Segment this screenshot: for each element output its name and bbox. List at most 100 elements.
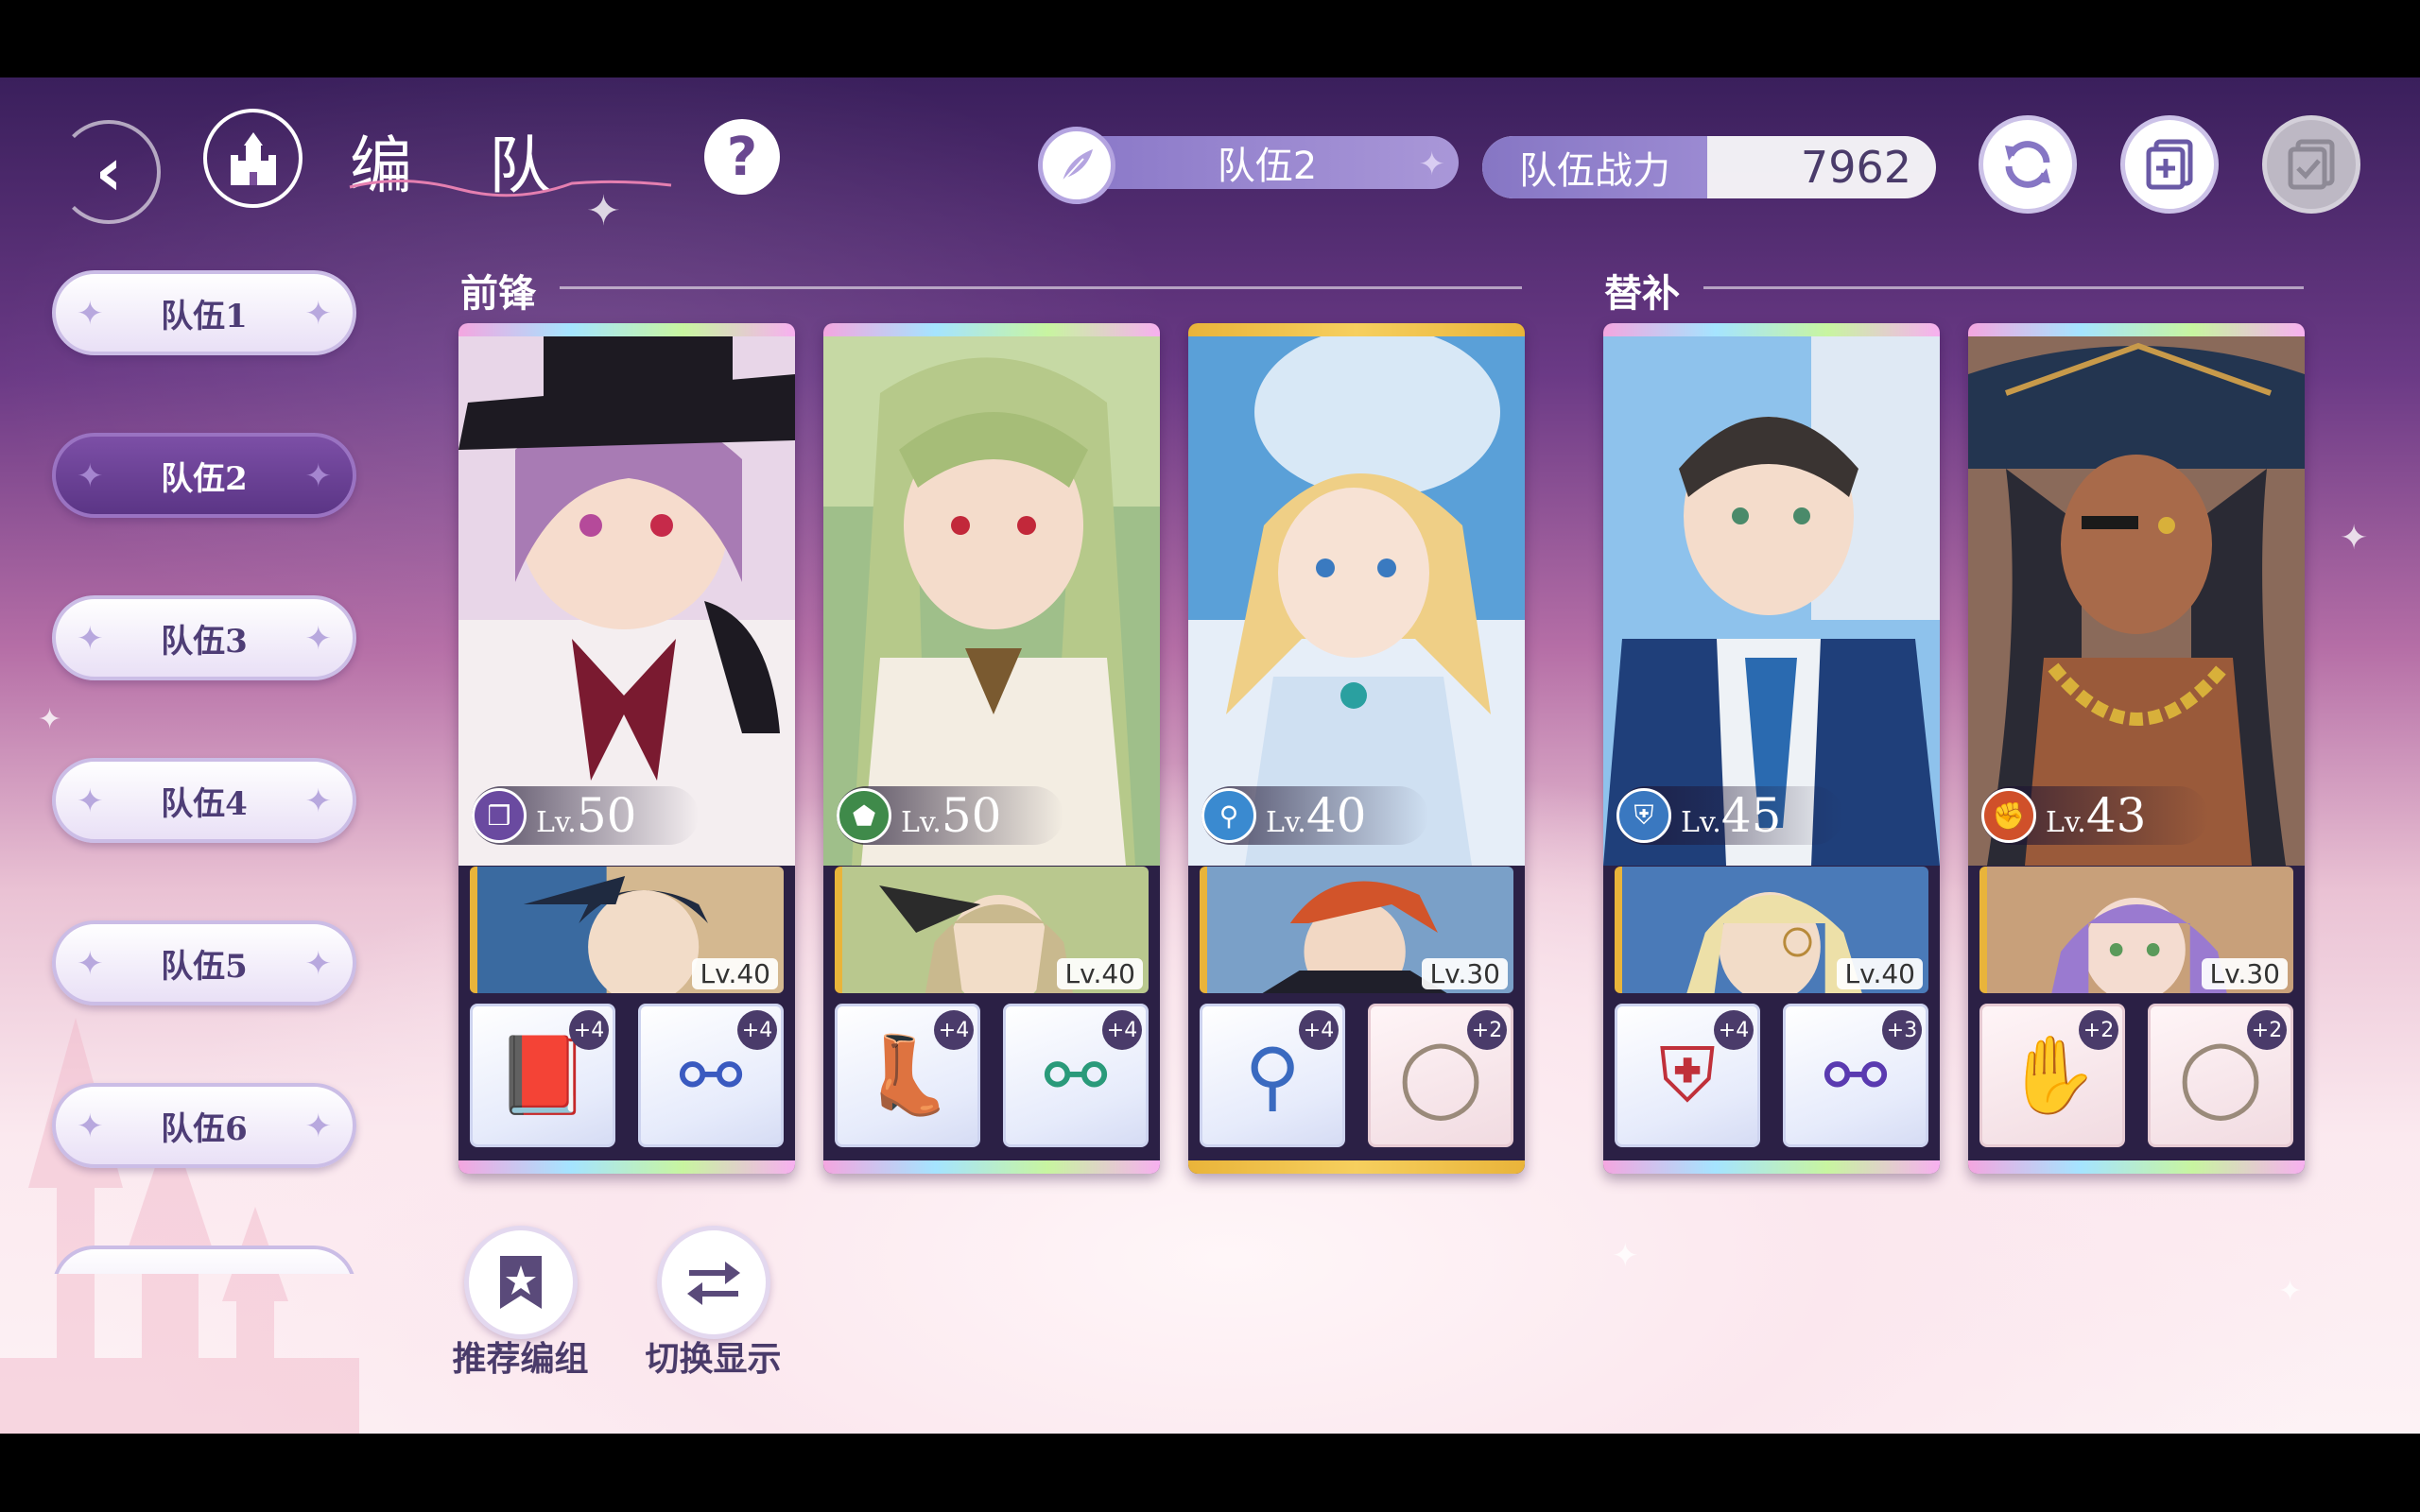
level-display: ✊ Lv.43 bbox=[1981, 786, 2208, 845]
staff-icon: ⚲ bbox=[1244, 1031, 1301, 1120]
team-power-display: 队伍战力 7962 bbox=[1482, 136, 1936, 198]
enhance-level-badge: +4 bbox=[569, 1010, 609, 1050]
home-button[interactable] bbox=[203, 109, 302, 208]
team-name-selector[interactable]: 队伍2 ✦ bbox=[1038, 127, 1459, 204]
team-tab-5[interactable]: ✦ 队伍5 ✦ bbox=[52, 920, 356, 1005]
level-prefix: Lv. bbox=[2046, 806, 2086, 839]
enhance-level-badge: +4 bbox=[1714, 1010, 1754, 1050]
character-card-5[interactable]: ✊ Lv.43 Lv.30 ✋ +2 ◯ +2 bbox=[1968, 323, 2305, 1174]
equipment-slot-2[interactable]: ⚯ +3 bbox=[1783, 1004, 1928, 1147]
equipment-slot-1[interactable]: 📕 +4 bbox=[470, 1004, 615, 1147]
enhance-level-badge: +2 bbox=[2247, 1010, 2287, 1050]
enhance-level-badge: +3 bbox=[1882, 1010, 1922, 1050]
sparkle-decoration: ✦ bbox=[1612, 1237, 1639, 1275]
equipment-slot-2[interactable]: ⚯ +4 bbox=[1003, 1004, 1149, 1147]
team-tab-label: 队伍4 bbox=[161, 784, 248, 823]
level-value: 50 bbox=[576, 788, 637, 843]
confirm-button[interactable] bbox=[2262, 115, 2360, 214]
team-tab-2[interactable]: ✦ 队伍2 ✦ bbox=[52, 433, 356, 518]
support-level: Lv.30 bbox=[1422, 958, 1508, 989]
character-card-2[interactable]: ⬟ Lv.50 Lv.40 👢 +4 ⚯ +4 bbox=[823, 323, 1160, 1174]
recommend-formation-label: 推荐编组 bbox=[452, 1339, 589, 1379]
level-display: ⛨ Lv.45 bbox=[1616, 786, 1843, 845]
team-tab-label: 队伍1 bbox=[161, 297, 248, 335]
level-value: 45 bbox=[1720, 788, 1782, 843]
add-team-button[interactable] bbox=[2120, 115, 2219, 214]
sparkle-decoration: ✦ bbox=[2340, 519, 2369, 558]
level-value: 40 bbox=[1305, 788, 1367, 843]
team-name-label: 队伍2 bbox=[1217, 145, 1318, 188]
level-display: ⬟ Lv.50 bbox=[837, 786, 1063, 845]
help-button[interactable]: ? bbox=[704, 119, 780, 195]
team-tab-4[interactable]: ✦ 队伍4 ✦ bbox=[52, 758, 356, 843]
team-tab-1[interactable]: ✦ 队伍1 ✦ bbox=[52, 270, 356, 355]
team-power-label: 队伍战力 bbox=[1482, 136, 1707, 198]
team-tab-label: 队伍3 bbox=[161, 622, 248, 661]
sparkle-icon: ✦ bbox=[77, 1108, 104, 1145]
equipment-slot-1[interactable]: ✋ +2 bbox=[1979, 1004, 2125, 1147]
feather-icon bbox=[1038, 127, 1115, 204]
sparkle-icon: ✦ bbox=[77, 620, 104, 658]
castle-icon bbox=[230, 131, 276, 185]
team-tab-7-partial[interactable] bbox=[52, 1246, 356, 1274]
level-display: ⚲ Lv.40 bbox=[1201, 786, 1428, 845]
card-rarity-bar bbox=[458, 323, 795, 336]
sparkle-decoration: ✦ bbox=[2278, 1275, 2303, 1308]
refresh-button[interactable] bbox=[1979, 115, 2077, 214]
book-icon: ❒ bbox=[472, 788, 527, 843]
staff-icon: ⚲ bbox=[1201, 788, 1256, 843]
equipment-slot-2[interactable]: ◯ +2 bbox=[2148, 1004, 2293, 1147]
switch-display-button[interactable]: 切换显示 bbox=[645, 1226, 782, 1381]
team-tab-label: 队伍2 bbox=[161, 459, 248, 498]
level-display: ❒ Lv.50 bbox=[472, 786, 699, 845]
bookmark-star-icon bbox=[499, 1256, 542, 1309]
level-prefix: Lv. bbox=[536, 806, 577, 839]
fist-icon: ✊ bbox=[1981, 788, 2036, 843]
swap-arrows-icon bbox=[686, 1262, 740, 1305]
card-rarity-bar bbox=[1968, 1160, 2305, 1174]
sparkle-icon: ✦ bbox=[1418, 146, 1446, 183]
level-value: 43 bbox=[2085, 788, 2147, 843]
enhance-level-badge: +4 bbox=[934, 1010, 974, 1050]
support-level: Lv.40 bbox=[1057, 958, 1143, 989]
card-rarity-bar bbox=[823, 1160, 1160, 1174]
recommend-formation-button[interactable]: 推荐编组 bbox=[452, 1226, 589, 1381]
team-tab-6[interactable]: ✦ 队伍6 ✦ bbox=[52, 1083, 356, 1168]
shield-icon: ⛨ bbox=[1616, 788, 1671, 843]
back-button[interactable]: ‹ bbox=[57, 120, 161, 224]
support-character-slot[interactable]: Lv.40 bbox=[470, 867, 784, 993]
card-rarity-bar bbox=[1603, 323, 1940, 336]
character-card-1[interactable]: ❒ Lv.50 Lv.40 📕 +4 ⚯ +4 bbox=[458, 323, 795, 1174]
equipment-slot-2[interactable]: ◯ +2 bbox=[1368, 1004, 1513, 1147]
support-character-slot[interactable]: Lv.30 bbox=[1200, 867, 1513, 993]
sparkle-decoration: ✦ bbox=[38, 703, 62, 736]
equipment-slot-1[interactable]: ⛨ +4 bbox=[1615, 1004, 1760, 1147]
sparkle-icon: ✦ bbox=[77, 457, 104, 495]
enhance-level-badge: +4 bbox=[1102, 1010, 1142, 1050]
equipment-slot-1[interactable]: 👢 +4 bbox=[835, 1004, 980, 1147]
frontline-section-title: 前锋 bbox=[460, 271, 536, 316]
equipment-slot-1[interactable]: ⚲ +4 bbox=[1200, 1004, 1345, 1147]
ring-icon: ◯ bbox=[1398, 1031, 1483, 1120]
level-prefix: Lv. bbox=[1681, 806, 1721, 839]
support-level: Lv.40 bbox=[1837, 958, 1923, 989]
sparkle-icon: ✦ bbox=[77, 945, 104, 983]
team-name-pill[interactable]: 队伍2 ✦ bbox=[1076, 136, 1459, 189]
team-tab-label: 队伍6 bbox=[161, 1109, 248, 1148]
boot-icon: ⬟ bbox=[837, 788, 891, 843]
ring-icon: ◯ bbox=[2178, 1031, 2263, 1120]
card-rarity-bar bbox=[1188, 1160, 1525, 1174]
character-card-3[interactable]: ⚲ Lv.40 Lv.30 ⚲ +4 ◯ +2 bbox=[1188, 323, 1525, 1174]
equipment-slot-2[interactable]: ⚯ +4 bbox=[638, 1004, 784, 1147]
reserve-section-title: 替补 bbox=[1604, 271, 1680, 316]
support-character-slot[interactable]: Lv.30 bbox=[1979, 867, 2293, 993]
support-character-slot[interactable]: Lv.40 bbox=[1615, 867, 1928, 993]
earrings-icon: ⚯ bbox=[1824, 1031, 1888, 1120]
character-card-4[interactable]: ⛨ Lv.45 Lv.40 ⛨ +4 ⚯ +3 bbox=[1603, 323, 1940, 1174]
team-tab-3[interactable]: ✦ 队伍3 ✦ bbox=[52, 595, 356, 680]
section-divider bbox=[1703, 286, 2304, 289]
sparkle-icon: ✦ bbox=[304, 945, 333, 983]
card-rarity-bar bbox=[823, 323, 1160, 336]
sparkle-icon: ✦ bbox=[304, 295, 333, 333]
support-character-slot[interactable]: Lv.40 bbox=[835, 867, 1149, 993]
